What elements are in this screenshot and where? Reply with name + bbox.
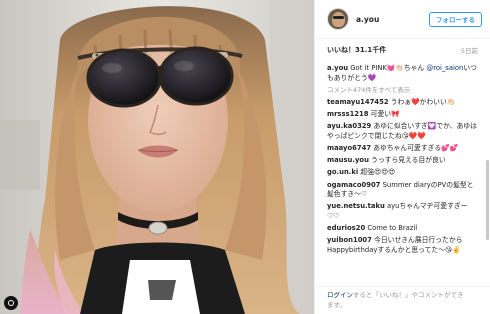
profile-avatar[interactable] bbox=[327, 8, 349, 30]
comment-username[interactable]: yue.netsu.taku bbox=[327, 202, 385, 210]
comment-username[interactable]: teamayu147452 bbox=[327, 98, 389, 106]
comment-text: うっすら見える目が良い bbox=[371, 156, 446, 165]
comment-item: mausu.you うっすら見える目が良い bbox=[327, 156, 478, 166]
comment-username[interactable]: go.un.ki bbox=[327, 168, 358, 176]
comment-text: 可愛い🎀 bbox=[370, 109, 400, 118]
follow-button[interactable]: フォローする bbox=[429, 11, 482, 27]
caption-emoji: 💓👏🏻 bbox=[386, 64, 404, 72]
caption: a.you Got it PINK💓👏🏻ちゃん @roi_saionいつもありが… bbox=[327, 64, 478, 83]
post-date[interactable]: 5日前 bbox=[461, 45, 478, 55]
comment-username[interactable]: yuibon1007 bbox=[327, 236, 372, 244]
comment-text: Come to Brazil bbox=[367, 224, 418, 233]
comment-username[interactable]: maayo6747 bbox=[327, 144, 371, 152]
view-all-comments-link[interactable]: コメント474件をすべて表示 bbox=[327, 86, 478, 95]
caption-text: Got it PINK bbox=[350, 64, 387, 72]
comments-scrollbar[interactable] bbox=[486, 160, 489, 240]
comment-item: teamayu147452 うわぁ❤️かわいい👏🏻 bbox=[327, 98, 478, 108]
comment-text: うわぁ❤️かわいい👏🏻 bbox=[390, 97, 456, 106]
login-prompt-end: ます。 bbox=[327, 300, 346, 309]
caption-username[interactable]: a.you bbox=[327, 64, 348, 72]
comments-list: a.you Got it PINK💓👏🏻ちゃん @roi_saionいつもありが… bbox=[315, 61, 490, 286]
comment-username[interactable]: mrsss1218 bbox=[327, 110, 369, 118]
comment-text: 超強😍😍😍 bbox=[360, 168, 396, 177]
post-stats: いいね！31.1千件 5日前 bbox=[315, 39, 490, 61]
login-prompt: ログインすると「いいね！」やコメントができ ます。 bbox=[315, 286, 490, 314]
comment-item: ayu.ka0329 あゆに似合いすぎ💟でか、あゆはやっぱピンクで閉じたね😘❤️… bbox=[327, 122, 478, 141]
caption-rest: ちゃん bbox=[403, 64, 425, 72]
likes-count[interactable]: いいね！31.1千件 bbox=[327, 45, 461, 55]
comment-username[interactable]: mausu.you bbox=[327, 156, 369, 164]
comment-item: yuibon1007 今日いせきん展日行ったからHappybirthdayするん… bbox=[327, 236, 478, 255]
login-prompt-text: すると「いいね！」やコメントができ bbox=[353, 291, 464, 299]
post-header: a.you フォローする bbox=[315, 0, 490, 39]
login-link[interactable]: ログイン bbox=[327, 291, 353, 299]
comment-item: go.un.ki 超強😍😍😍 bbox=[327, 168, 478, 178]
selfie-illustration bbox=[0, 0, 314, 314]
comment-item: maayo6747 あゆちゃん可愛すぎる💕💕 bbox=[327, 144, 478, 154]
post-photo[interactable] bbox=[0, 0, 314, 314]
comment-text: あゆちゃん可愛すぎる💕💕 bbox=[373, 143, 459, 152]
comment-item: mrsss1218 可愛い🎀 bbox=[327, 110, 478, 120]
comment-item: ogamaco0907 Summer diaryのPVの髪型と髪色すき〜♡ bbox=[327, 181, 478, 200]
comment-username[interactable]: ogamaco0907 bbox=[327, 181, 380, 189]
comment-item: edurios20 Come to Brazil bbox=[327, 224, 478, 234]
post-details-panel: a.you フォローする いいね！31.1千件 5日前 a.you Got it… bbox=[314, 0, 490, 314]
instagram-glyph-icon[interactable] bbox=[4, 296, 18, 310]
comment-username[interactable]: ayu.ka0329 bbox=[327, 122, 371, 130]
comment-item: yue.netsu.taku ayuちゃんマヂ可愛すぎー♡♡ bbox=[327, 202, 478, 221]
username-link[interactable]: a.you bbox=[356, 15, 429, 24]
instagram-post-view: a.you フォローする いいね！31.1千件 5日前 a.you Got it… bbox=[0, 0, 490, 314]
comment-username[interactable]: edurios20 bbox=[327, 224, 365, 232]
caption-mention[interactable]: @roi_saion bbox=[426, 64, 463, 72]
